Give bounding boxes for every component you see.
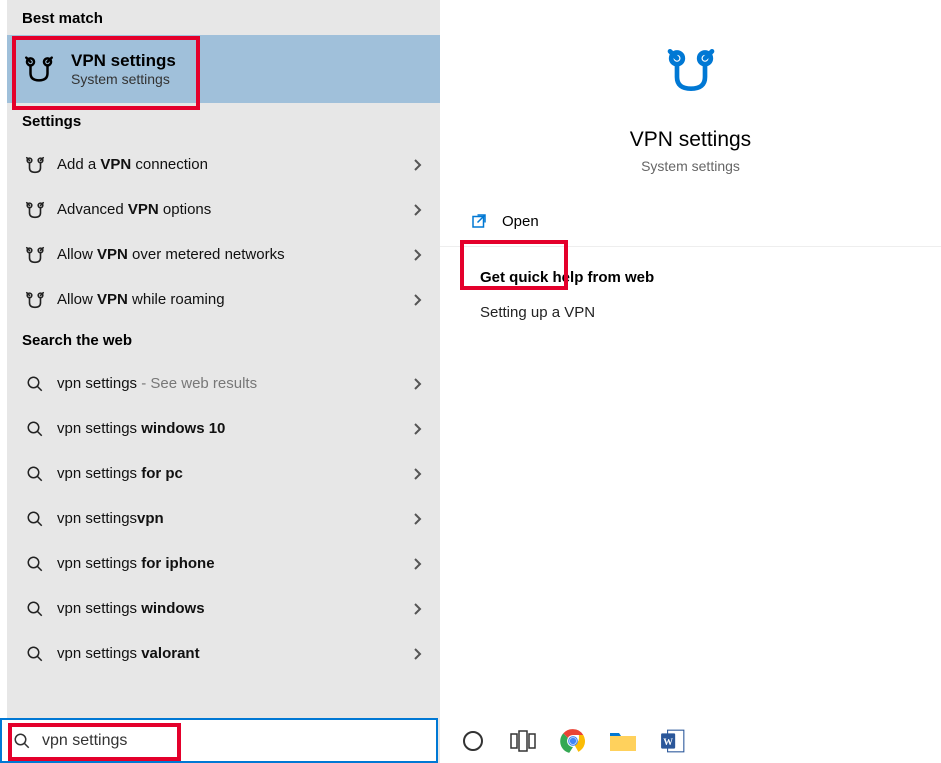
- web-result[interactable]: vpn settings windows 10: [7, 406, 440, 451]
- preview-panel: VPN settings System settings Open Get qu…: [440, 0, 941, 763]
- best-match-text: VPN settings System settings: [71, 51, 176, 87]
- best-match-subtitle: System settings: [71, 71, 176, 87]
- vpn-icon: [21, 151, 49, 179]
- result-label: Advanced VPN options: [57, 201, 412, 218]
- chevron-right-icon: [412, 293, 422, 307]
- chevron-right-icon: [412, 467, 422, 481]
- chevron-right-icon: [412, 512, 422, 526]
- result-label: vpn settings valorant: [57, 645, 412, 662]
- result-label: vpn settings for pc: [57, 465, 412, 482]
- settings-result[interactable]: Add a VPN connection: [7, 142, 440, 187]
- chevron-right-icon: [412, 377, 422, 391]
- search-icon: [2, 732, 42, 750]
- section-header-settings: Settings: [7, 103, 440, 138]
- result-label: vpn settings - See web results: [57, 375, 412, 392]
- search-icon: [21, 595, 49, 623]
- settings-result[interactable]: Advanced VPN options: [7, 187, 440, 232]
- vpn-icon: [21, 196, 49, 224]
- chevron-right-icon: [412, 557, 422, 571]
- vpn-icon: [21, 241, 49, 269]
- open-label: Open: [502, 213, 539, 230]
- result-label: Add a VPN connection: [57, 156, 412, 173]
- web-result[interactable]: vpn settings for pc: [7, 451, 440, 496]
- search-results-panel: Best match VPN settings System settings …: [0, 0, 440, 763]
- web-result[interactable]: vpn settings valorant: [7, 631, 440, 676]
- help-title: Get quick help from web: [480, 269, 901, 286]
- preview-title: VPN settings: [440, 128, 941, 152]
- search-icon: [21, 460, 49, 488]
- web-result[interactable]: vpn settingsvpn: [7, 496, 440, 541]
- settings-result[interactable]: Allow VPN while roaming: [7, 277, 440, 322]
- search-icon: [21, 640, 49, 668]
- section-header-web: Search the web: [7, 322, 440, 357]
- best-match-result[interactable]: VPN settings System settings: [7, 35, 440, 103]
- chevron-right-icon: [412, 602, 422, 616]
- open-button[interactable]: Open: [440, 196, 941, 247]
- chevron-right-icon: [412, 203, 422, 217]
- search-icon: [21, 550, 49, 578]
- result-label: vpn settingsvpn: [57, 510, 412, 527]
- cortana-icon[interactable]: [458, 726, 488, 756]
- result-label: Allow VPN over metered networks: [57, 246, 412, 263]
- web-list: vpn settings - See web results vpn settin…: [7, 357, 440, 676]
- task-view-icon[interactable]: [508, 726, 538, 756]
- section-header-best-match: Best match: [7, 0, 440, 35]
- taskbar: W: [440, 718, 941, 763]
- search-icon: [21, 415, 49, 443]
- settings-result[interactable]: Allow VPN over metered networks: [7, 232, 440, 277]
- vpn-icon: [21, 286, 49, 314]
- word-icon[interactable]: W: [658, 726, 688, 756]
- vpn-icon: [21, 51, 57, 87]
- web-result[interactable]: vpn settings windows: [7, 586, 440, 631]
- open-icon: [470, 212, 488, 230]
- help-link-setting-up-vpn[interactable]: Setting up a VPN: [480, 304, 901, 321]
- best-match-title: VPN settings: [71, 51, 176, 71]
- result-label: Allow VPN while roaming: [57, 291, 412, 308]
- preview-subtitle: System settings: [440, 158, 941, 174]
- search-bar[interactable]: [0, 718, 438, 763]
- chevron-right-icon: [412, 248, 422, 262]
- file-explorer-icon[interactable]: [608, 726, 638, 756]
- search-icon: [21, 370, 49, 398]
- web-result[interactable]: vpn settings - See web results: [7, 361, 440, 406]
- chevron-right-icon: [412, 647, 422, 661]
- result-label: vpn settings windows 10: [57, 420, 412, 437]
- chevron-right-icon: [412, 158, 422, 172]
- result-label: vpn settings windows: [57, 600, 412, 617]
- chrome-icon[interactable]: [558, 726, 588, 756]
- chevron-right-icon: [412, 422, 422, 436]
- settings-list: Add a VPN connection Advanced VPN options…: [7, 138, 440, 322]
- search-icon: [21, 505, 49, 533]
- vpn-icon: [661, 40, 721, 100]
- web-result[interactable]: vpn settings for iphone: [7, 541, 440, 586]
- search-input[interactable]: [42, 732, 436, 750]
- result-label: vpn settings for iphone: [57, 555, 412, 572]
- svg-text:W: W: [663, 736, 673, 747]
